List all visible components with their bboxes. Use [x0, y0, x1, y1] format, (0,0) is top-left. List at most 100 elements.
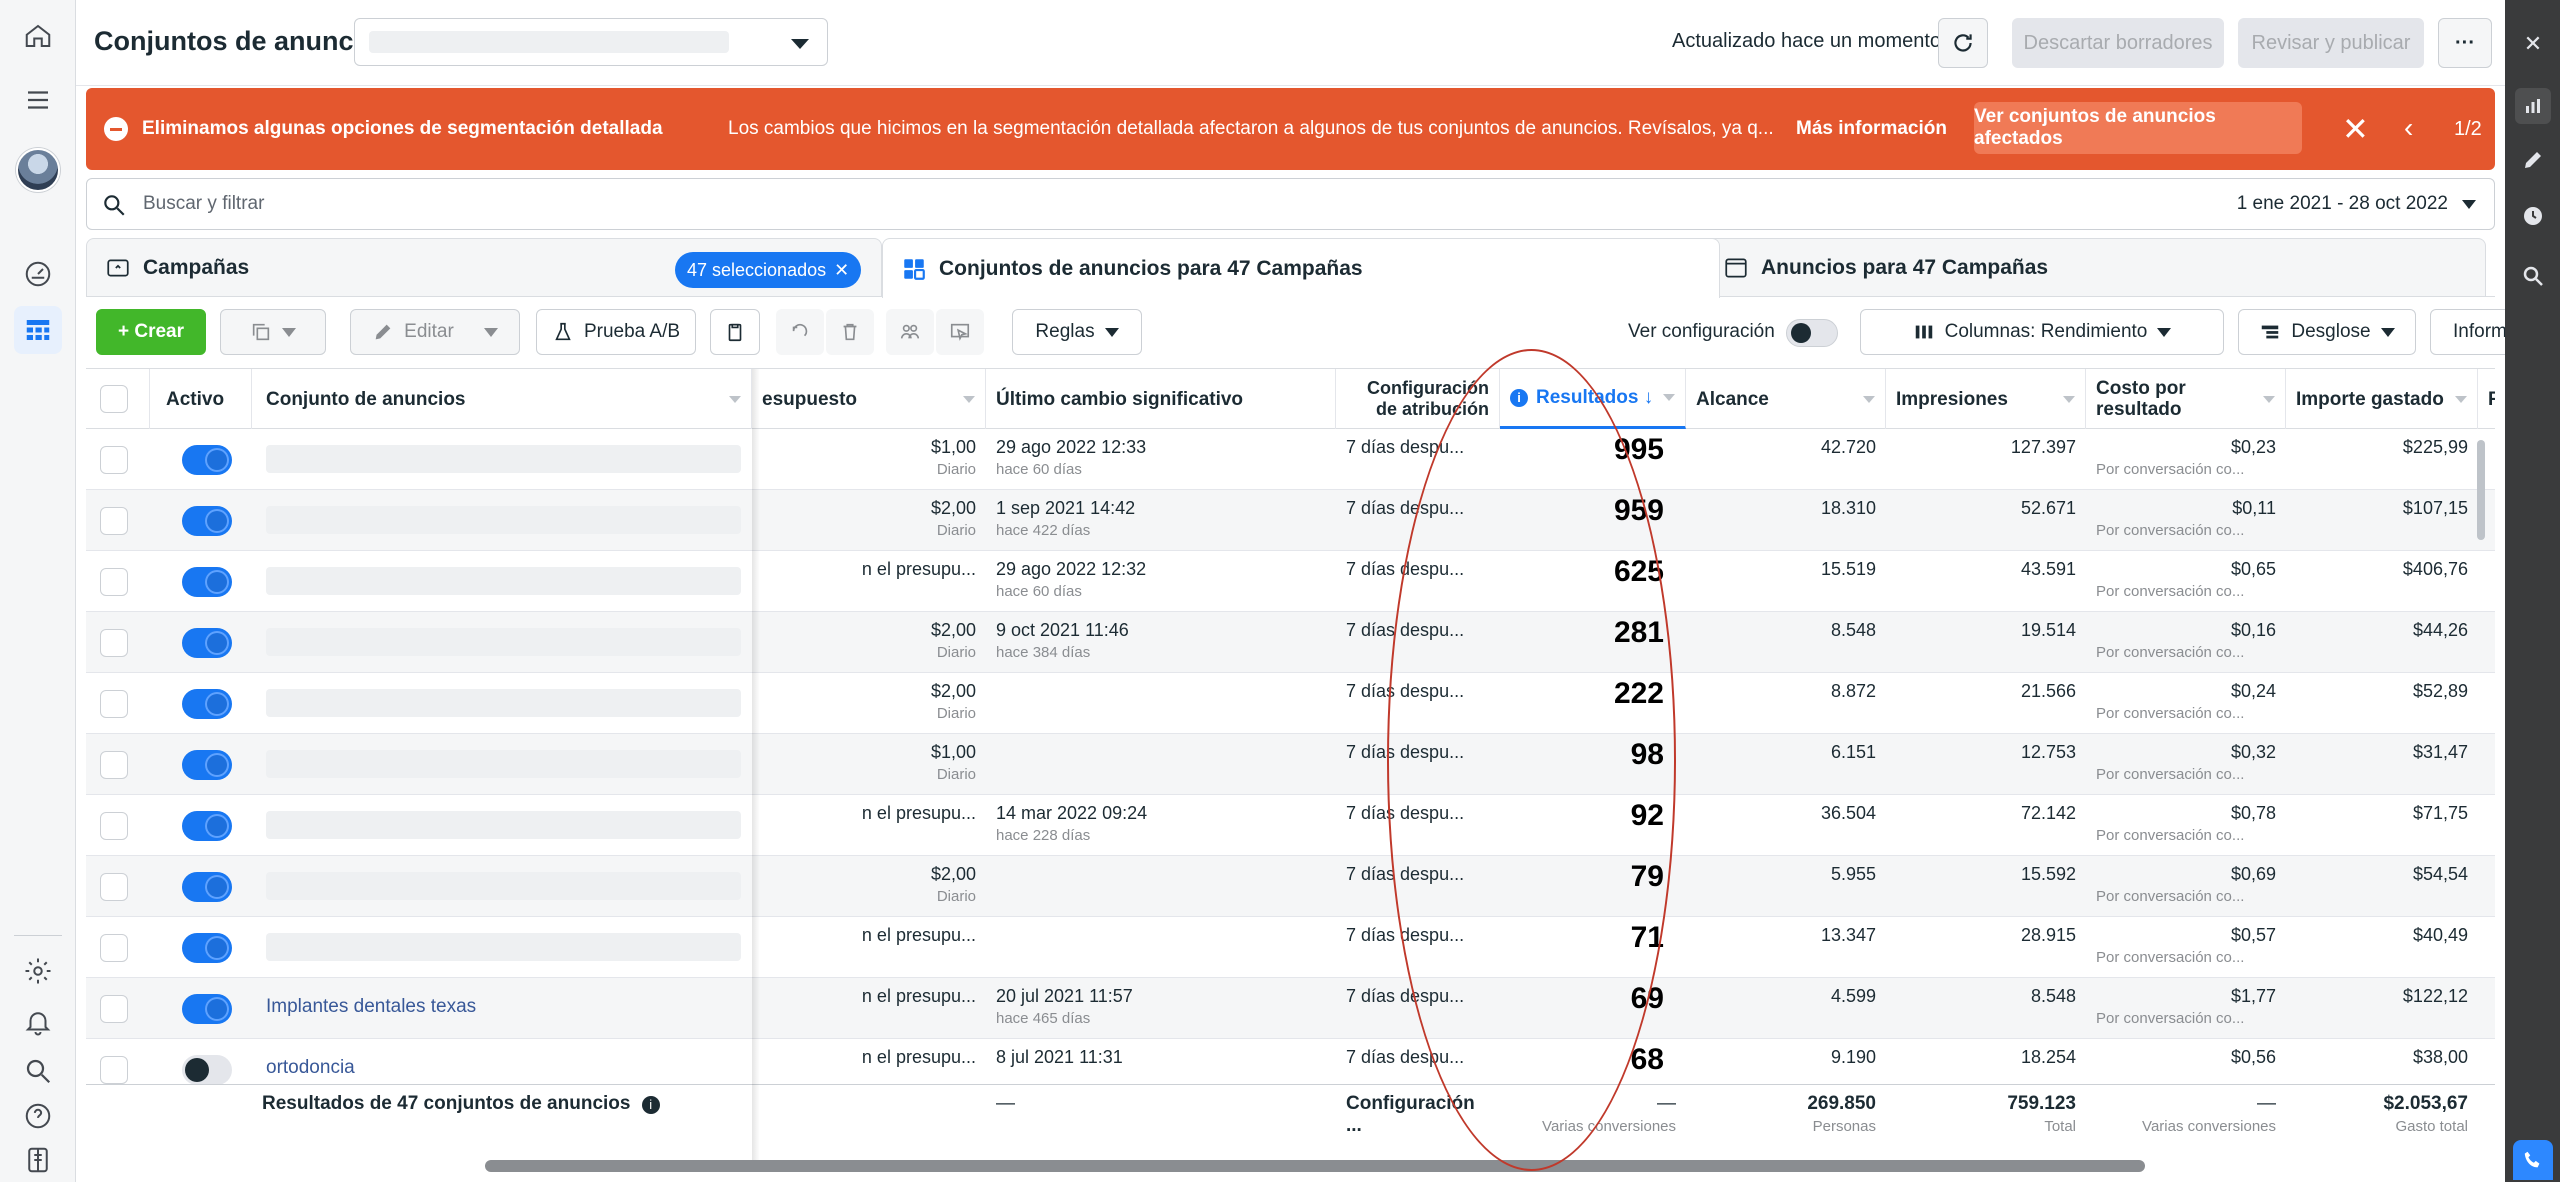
- active-toggle[interactable]: [182, 933, 232, 963]
- adset-name-blurred[interactable]: [266, 933, 741, 961]
- clipboard-button[interactable]: [710, 309, 760, 355]
- header-results[interactable]: i Resultados ↓: [1500, 369, 1686, 429]
- menu-icon[interactable]: [14, 76, 62, 124]
- adset-name-blurred[interactable]: [266, 567, 741, 595]
- home-icon[interactable]: [14, 12, 62, 60]
- adset-name-blurred[interactable]: [266, 872, 741, 900]
- table-row[interactable]: $1,00 Diario 29 ago 2022 12:33 hace 60 días…: [86, 429, 2495, 490]
- header-reach[interactable]: Alcance: [1686, 369, 1886, 429]
- discard-drafts-button[interactable]: Descartar borradores: [2012, 18, 2224, 68]
- preview-button[interactable]: [936, 309, 984, 355]
- row-checkbox[interactable]: [100, 995, 128, 1023]
- adset-name-link[interactable]: ortodoncia: [266, 1057, 355, 1079]
- dashboard-gauge-icon[interactable]: [14, 250, 62, 298]
- select-all-checkbox[interactable]: [100, 385, 128, 413]
- undo-button[interactable]: [776, 309, 824, 355]
- more-info-link[interactable]: Más información: [1796, 118, 1947, 140]
- table-row[interactable]: $2,00 Diario 7 días despu... 222 8.872 21.566…: [86, 673, 2495, 734]
- row-checkbox[interactable]: [100, 446, 128, 474]
- search-zoom-icon[interactable]: [2519, 262, 2547, 290]
- header-active[interactable]: Activo: [150, 369, 252, 429]
- duplicate-button[interactable]: [220, 309, 326, 355]
- table-row[interactable]: $1,00 Diario 7 días despu... 98 6.151 12.753 $…: [86, 734, 2495, 795]
- edit-pencil-icon[interactable]: [2519, 146, 2547, 174]
- ab-test-button[interactable]: Prueba A/B: [536, 309, 696, 355]
- search-input[interactable]: [143, 189, 1643, 219]
- tab-ads[interactable]: Anuncios para 47 Campañas: [1686, 238, 2486, 296]
- active-toggle[interactable]: [182, 506, 232, 536]
- header-impressions[interactable]: Impresiones: [1886, 369, 2086, 429]
- active-toggle[interactable]: [182, 994, 232, 1024]
- adset-name-blurred[interactable]: [266, 750, 741, 778]
- performance-chart-icon[interactable]: [2515, 88, 2551, 124]
- create-button[interactable]: + Crear: [96, 309, 206, 355]
- view-config-toggle[interactable]: [1786, 319, 1838, 347]
- adset-name-blurred[interactable]: [266, 689, 741, 717]
- row-checkbox[interactable]: [100, 507, 128, 535]
- active-toggle[interactable]: [182, 811, 232, 841]
- phone-support-icon[interactable]: [2513, 1140, 2553, 1180]
- account-avatar[interactable]: [16, 148, 60, 192]
- table-row[interactable]: $2,00 Diario 7 días despu... 79 5.955 15.592 $…: [86, 856, 2495, 917]
- edit-button[interactable]: Editar: [350, 309, 520, 355]
- header-end[interactable]: Finalizació: [2478, 369, 2495, 429]
- banner-close-icon[interactable]: ✕: [2342, 110, 2369, 148]
- help-icon[interactable]: [14, 1092, 62, 1140]
- row-checkbox[interactable]: [100, 812, 128, 840]
- row-checkbox[interactable]: [100, 751, 128, 779]
- header-budget[interactable]: esupuesto: [752, 369, 986, 429]
- adset-name-blurred[interactable]: [266, 445, 741, 473]
- active-toggle[interactable]: [182, 567, 232, 597]
- history-clock-icon[interactable]: [2519, 202, 2547, 230]
- breakdown-dropdown[interactable]: Desglose: [2238, 309, 2416, 355]
- active-toggle[interactable]: [182, 872, 232, 902]
- review-publish-button[interactable]: Revisar y publicar: [2238, 18, 2424, 68]
- row-checkbox[interactable]: [100, 568, 128, 596]
- active-toggle[interactable]: [182, 445, 232, 475]
- active-toggle[interactable]: [182, 628, 232, 658]
- adset-name-blurred[interactable]: [266, 506, 741, 534]
- audience-button[interactable]: [886, 309, 934, 355]
- columns-dropdown[interactable]: Columnas: Rendimiento: [1860, 309, 2224, 355]
- table-row[interactable]: Implantes dentales texas n el presupu... 2…: [86, 978, 2495, 1039]
- header-adset[interactable]: Conjunto de anuncios: [252, 369, 752, 429]
- header-attribution[interactable]: Configuración de atribución: [1336, 369, 1500, 429]
- header-cost[interactable]: Costo por resultado: [2086, 369, 2286, 429]
- active-toggle[interactable]: [182, 689, 232, 719]
- row-checkbox[interactable]: [100, 629, 128, 657]
- date-range-picker[interactable]: 1 ene 2021 - 28 oct 2022: [2237, 193, 2476, 215]
- row-checkbox[interactable]: [100, 1056, 128, 1084]
- adset-selector-dropdown[interactable]: [354, 18, 828, 66]
- adset-name-blurred[interactable]: [266, 628, 741, 656]
- ads-manager-table-icon[interactable]: [14, 306, 62, 354]
- refresh-button[interactable]: [1938, 18, 1988, 68]
- vertical-scrollbar[interactable]: [2477, 440, 2485, 540]
- table-row[interactable]: n el presupu... 14 mar 2022 09:24 hace 228…: [86, 795, 2495, 856]
- table-row[interactable]: n el presupu... 29 ago 2022 12:32 hace 60 …: [86, 551, 2495, 612]
- table-row[interactable]: $2,00 Diario 1 sep 2021 14:42 hace 422 días…: [86, 490, 2495, 551]
- report-doc-icon[interactable]: [14, 1136, 62, 1184]
- active-toggle[interactable]: [182, 750, 232, 780]
- table-row[interactable]: $2,00 Diario 9 oct 2021 11:46 hace 384 días…: [86, 612, 2495, 673]
- banner-prev-icon[interactable]: ‹: [2404, 112, 2413, 144]
- active-toggle[interactable]: [182, 1055, 232, 1085]
- adset-name-link[interactable]: Implantes dentales texas: [266, 996, 476, 1018]
- table-row[interactable]: n el presupu... 7 días despu... 71 13.347 28…: [86, 917, 2495, 978]
- settings-gear-icon[interactable]: [14, 947, 62, 995]
- clear-selection-icon[interactable]: ✕: [834, 260, 849, 281]
- delete-button[interactable]: [826, 309, 874, 355]
- selected-count-pill[interactable]: 47 seleccionados ✕: [675, 252, 862, 288]
- row-checkbox[interactable]: [100, 690, 128, 718]
- close-icon[interactable]: ✕: [2519, 30, 2547, 58]
- adset-name-blurred[interactable]: [266, 811, 741, 839]
- view-affected-adsets-button[interactable]: Ver conjuntos de anuncios afectados: [1974, 102, 2302, 154]
- header-last-change[interactable]: Último cambio significativo: [986, 369, 1336, 429]
- row-checkbox[interactable]: [100, 873, 128, 901]
- search-icon[interactable]: [14, 1047, 62, 1095]
- row-checkbox[interactable]: [100, 934, 128, 962]
- header-spent[interactable]: Importe gastado: [2286, 369, 2478, 429]
- notifications-bell-icon[interactable]: [14, 998, 62, 1046]
- tab-adsets[interactable]: Conjuntos de anuncios para 47 Campañas: [882, 238, 1720, 298]
- more-options-button[interactable]: ···: [2438, 18, 2492, 68]
- rules-dropdown[interactable]: Reglas: [1012, 309, 1142, 355]
